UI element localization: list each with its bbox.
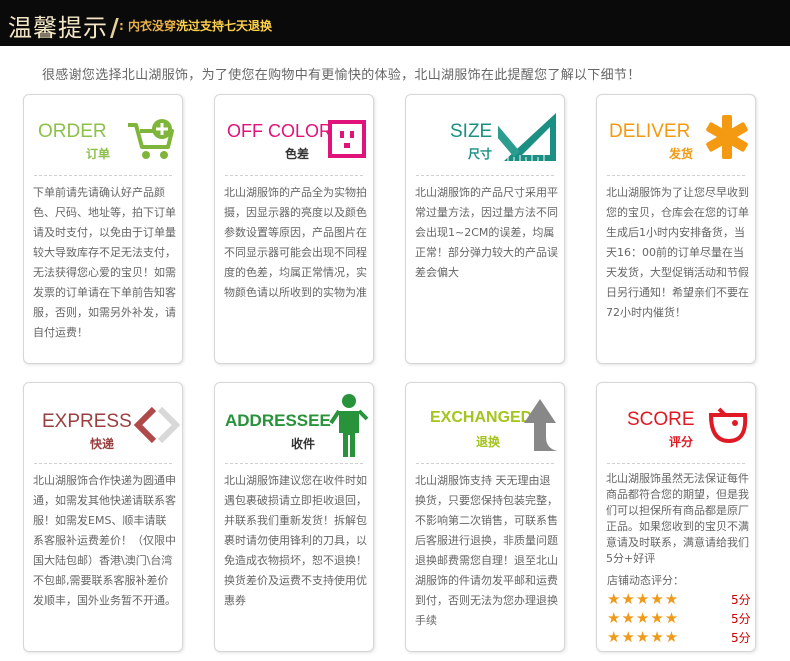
card-text: 北山湖服饰支持 天无理由退换货，只要您保持包装完整，不影响第二次销售，可联系售后…: [415, 474, 558, 627]
card-divider: [607, 175, 745, 176]
card-addressee: ADDRESSEE 收件 北山湖服饰建议您在收件时如遇包裹破损请立即拒收退回，并…: [214, 382, 374, 652]
card-en-title: ORDER: [38, 121, 107, 142]
card-exchanged: EXCHANGED 退换 北山湖服饰支持 天无理由退换货，只要您保持包装完整，不…: [405, 382, 565, 652]
card-express: EXPRESS 快递 北山湖服饰合作快递为圆通申通，如需发其他快递请联系客服！如…: [23, 382, 183, 652]
asterisk-icon: [706, 115, 748, 159]
intro-text: 很感谢您选择北山湖服饰，为了使您在购物中有更愉快的体验，北山湖服饰在此提醒您了解…: [42, 68, 641, 83]
shopping-cart-plus-icon: [128, 119, 174, 159]
card-divider: [607, 463, 745, 464]
note-prefix: : 内衣没穿: [119, 19, 176, 33]
card-cn-title: 尺寸: [468, 147, 493, 161]
card-text: 北山湖服饰为了让您尽早收到您的宝贝，仓库会在您的订单生成后1小时内安排备货，当天…: [606, 186, 749, 319]
card-en-title: SCORE: [627, 409, 695, 430]
header-note: : 内衣没穿洗过支持七天退换: [119, 17, 272, 34]
person-icon: [329, 394, 369, 457]
return-arrow-icon: [524, 399, 558, 451]
double-arrow-icon: [133, 406, 181, 444]
bird-icon: [708, 407, 748, 444]
card-text: 北山湖服饰的产品全为实物拍摄，因显示器的亮度以及颜色参数设置等原因，产品图片在不…: [224, 186, 367, 299]
card-text: 北山湖服饰虽然无法保证每件商品都符合您的期望，但是我们可以担保所有商品都是原厂正…: [606, 472, 749, 565]
ruler-triangle-icon: [498, 113, 556, 161]
card-divider: [34, 463, 172, 464]
card-en-title: DELIVER: [609, 121, 691, 142]
star-rating-icon: ★★★★★: [607, 590, 680, 608]
rating-value: 5分: [731, 630, 751, 645]
card-divider: [225, 463, 363, 464]
color-square-icon: [328, 120, 366, 158]
title-text: 温馨提示: [8, 14, 108, 42]
card-cn-title: 订单: [86, 147, 111, 161]
card-cn-title: 收件: [291, 437, 316, 451]
card-divider: [225, 175, 363, 176]
card-order: ORDER 订单 下单前请先请确认好产品颜色、尺码、地址等，拍下订单请及时支付，…: [23, 94, 183, 364]
page-title: 温馨提示/: [8, 8, 120, 43]
card-divider: [34, 175, 172, 176]
header-banner: 温馨提示/ : 内衣没穿洗过支持七天退换: [0, 0, 790, 46]
card-deliver: DELIVER 发货 北山湖服饰为了让您尽早收到您的宝贝，仓库会在您的订单生成后…: [596, 94, 756, 364]
card-en-title: SIZE: [450, 121, 493, 142]
rating-row: ★★★★★ 5分: [607, 590, 757, 608]
card-cn-title: 色差: [285, 147, 310, 161]
card-text: 北山湖服饰的产品尺寸采用平常过量方法，因过量方法不同会出现1~2CM的误差，均属…: [415, 186, 558, 279]
rating-label: 店铺动态评分：: [607, 574, 684, 587]
card-divider: [416, 175, 554, 176]
card-off-color: OFF COLOR 色差 北山湖服饰的产品全为实物拍摄，因显示器的亮度以及颜色参…: [214, 94, 374, 364]
card-text: 北山湖服饰建议您在收件时如遇包裹破损请立即拒收退回，并联系我们重新发货！拆解包裹…: [224, 474, 367, 607]
star-rating-icon: ★★★★★: [607, 628, 680, 646]
star-rating-icon: ★★★★★: [607, 609, 680, 627]
card-size: SIZE 尺寸 北山湖服饰的产品尺寸采用平常过量方法，因过量方法不同会出现1~2…: [405, 94, 565, 364]
card-score: SCORE 评分 北山湖服饰虽然无法保证每件商品都符合您的期望，但是我们可以担保…: [596, 382, 756, 652]
card-divider: [416, 463, 554, 464]
rating-value: 5分: [731, 611, 751, 626]
card-text: 北山湖服饰合作快递为圆通申通，如需发其他快递请联系客服！如需发EMS、顺丰请联系…: [33, 474, 176, 607]
card-en-title: OFF COLOR: [227, 121, 333, 141]
note-main: 洗过支持七天退换: [175, 19, 272, 33]
card-cn-title: 发货: [669, 147, 694, 161]
rating-row: ★★★★★ 5分: [607, 628, 757, 646]
rating-value: 5分: [731, 592, 751, 607]
rating-row: ★★★★★ 5分: [607, 609, 757, 627]
card-en-title: EXPRESS: [42, 411, 132, 432]
card-cn-title: 评分: [669, 435, 694, 449]
card-en-title: ADDRESSEE: [225, 411, 331, 430]
card-cn-title: 快递: [90, 437, 115, 451]
card-cn-title: 退换: [476, 435, 501, 449]
card-text: 下单前请先请确认好产品颜色、尺码、地址等，拍下订单请及时支付，以免由于订单量较大…: [33, 186, 176, 339]
